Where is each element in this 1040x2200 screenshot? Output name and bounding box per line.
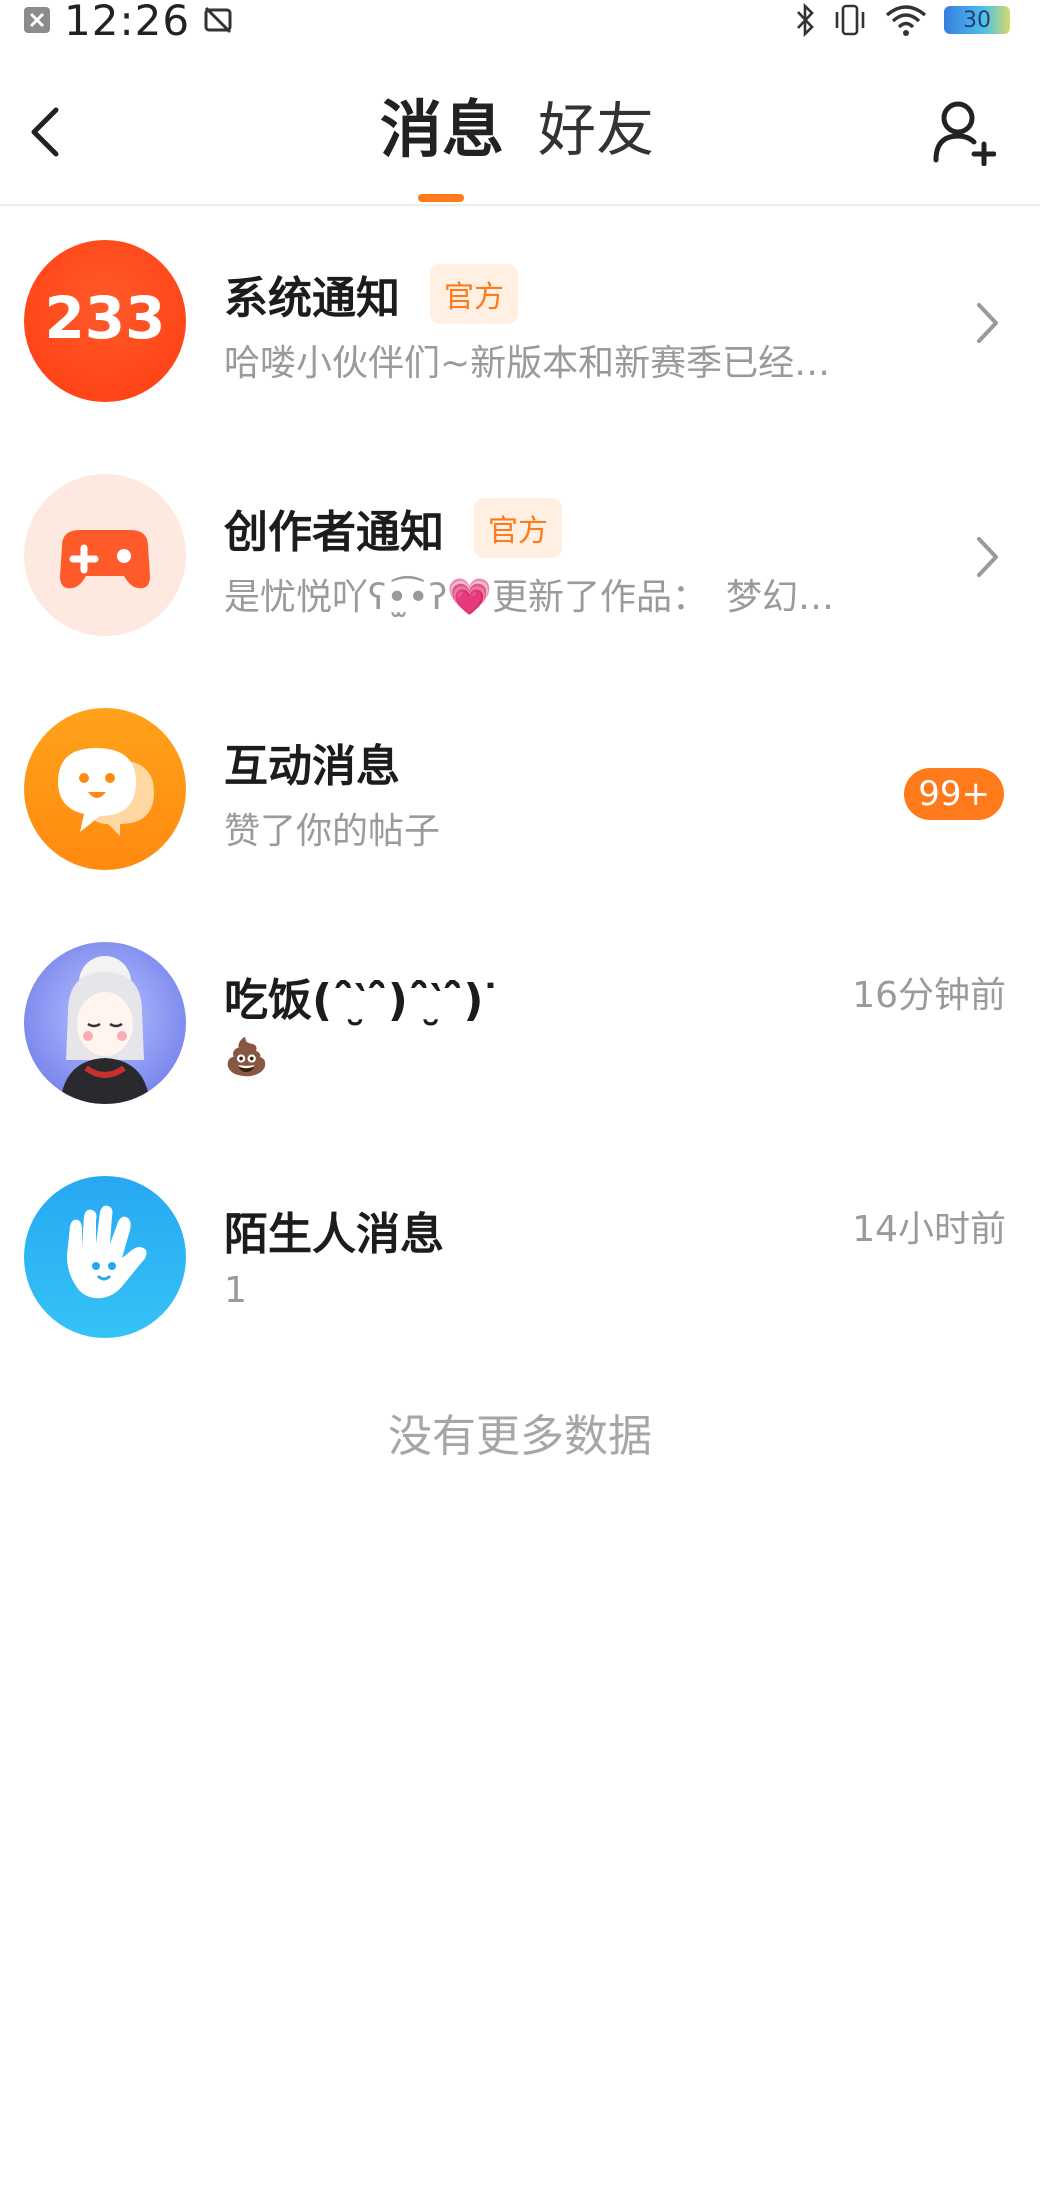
chevron-right-icon [977, 303, 998, 343]
message-title: 互动消息 [224, 741, 400, 792]
list-item-stranger[interactable]: 陌生人消息 1 14小时前 [0, 1142, 1040, 1376]
gamepad-icon [60, 530, 150, 589]
notification-close-icon [24, 7, 50, 33]
status-bar: 12:26 30 [0, 0, 1040, 45]
status-time: 12:26 [64, 0, 191, 45]
message-title: 吃饭(ˆ̑‵̮ˆ̑)ˆ̑‵̮ˆ̑)ᐝ [224, 975, 498, 1026]
list-item-system-notice[interactable]: 233 系统通知 官方 哈喽小伙伴们~新版本和新赛季已经… [0, 206, 1040, 440]
official-badge: 官方 [430, 264, 518, 324]
interaction-avatar [24, 708, 186, 870]
user-avatar-image [60, 956, 150, 1104]
wifi-icon [885, 5, 927, 36]
message-preview: 哈喽小伙伴们~新版本和新赛季已经… [224, 343, 831, 384]
tab-friends[interactable]: 好友 [538, 90, 654, 170]
chat-bubble-icon [58, 748, 154, 836]
message-time: 16分钟前 [852, 975, 1006, 1016]
message-preview: 1 [224, 1270, 247, 1311]
message-title: 系统通知 [224, 273, 400, 324]
back-arrow-icon[interactable] [24, 102, 74, 162]
stranger-avatar [24, 1176, 186, 1338]
message-time: 14小时前 [852, 1209, 1006, 1250]
tab-bar: 消息 好友 [380, 90, 654, 170]
waving-hand-icon [67, 1205, 147, 1299]
vibrate-icon [835, 4, 865, 36]
message-preview: 是忧悦吖ʕ•̫͡•ʔ💗更新了作品： 梦幻… [224, 577, 835, 618]
message-title: 创作者通知 [224, 507, 444, 558]
add-friend-icon[interactable] [932, 98, 996, 166]
list-item-user-chat[interactable]: 吃饭(ˆ̑‵̮ˆ̑)ˆ̑‵̮ˆ̑)ᐝ 💩 16分钟前 [0, 908, 1040, 1142]
screenshot-off-icon [204, 6, 232, 34]
list-item-interaction[interactable]: 互动消息 赞了你的帖子 99+ [0, 674, 1040, 908]
logo-233-icon: 233 [44, 284, 165, 352]
unread-count-badge: 99+ [904, 768, 1004, 820]
creator-notice-avatar [24, 474, 186, 636]
no-more-data-label: 没有更多数据 [388, 1411, 652, 1462]
official-badge: 官方 [474, 498, 562, 558]
message-preview: 💩 [224, 1037, 269, 1078]
list-item-creator-notice[interactable]: 创作者通知 官方 是忧悦吖ʕ•̫͡•ʔ💗更新了作品： 梦幻… [0, 440, 1040, 674]
nav-bar: 消息 好友 [0, 60, 1040, 206]
avatar [24, 942, 186, 1104]
battery-indicator: 30 [944, 6, 1010, 34]
active-tab-indicator [418, 194, 464, 202]
message-preview: 赞了你的帖子 [224, 811, 441, 852]
message-list: 233 系统通知 官方 哈喽小伙伴们~新版本和新赛季已经… 创作者通知 官方 是… [0, 206, 1040, 1376]
battery-level: 30 [963, 7, 991, 33]
chevron-right-icon [977, 537, 998, 577]
svg-text:233: 233 [44, 284, 165, 352]
tab-messages[interactable]: 消息 [380, 90, 504, 170]
bluetooth-icon [797, 3, 814, 37]
system-notice-avatar: 233 [24, 240, 186, 402]
message-title: 陌生人消息 [224, 1209, 444, 1260]
